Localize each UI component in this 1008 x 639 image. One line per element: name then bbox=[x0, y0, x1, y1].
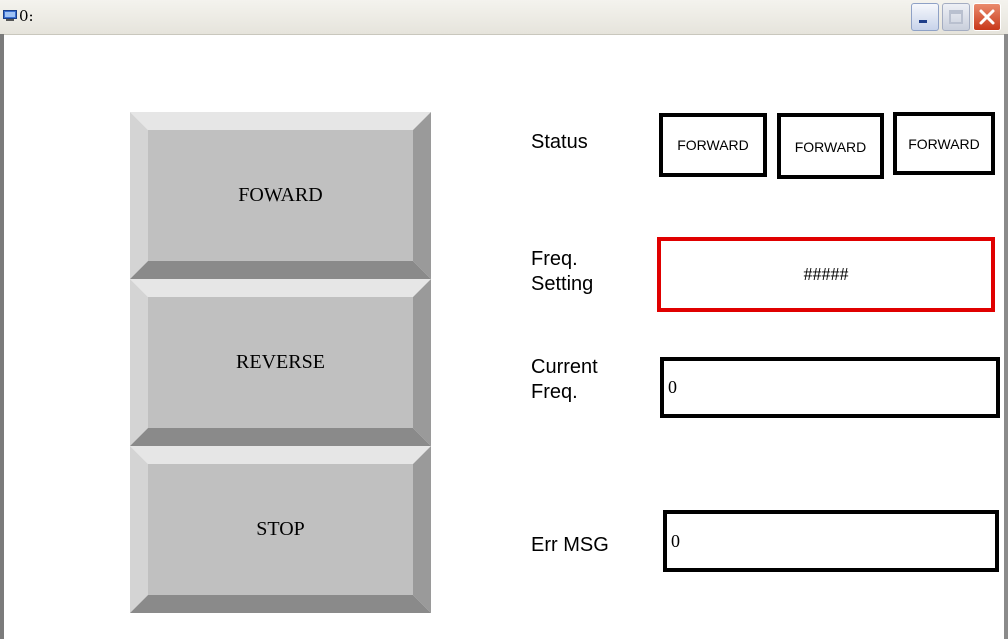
forward-button[interactable]: FOWARD bbox=[130, 112, 431, 279]
status-indicator-3: FORWARD bbox=[893, 112, 995, 175]
freq-setting-label-line1: Freq. bbox=[531, 248, 578, 270]
stop-button-label: STOP bbox=[256, 518, 305, 540]
reverse-button[interactable]: REVERSE bbox=[130, 279, 431, 446]
current-freq-label-line2: Freq. bbox=[531, 381, 578, 403]
err-msg-display: 0 bbox=[663, 510, 999, 572]
current-freq-label-line1: Current bbox=[531, 356, 598, 378]
current-freq-label: Current Freq. bbox=[531, 355, 598, 405]
stop-button[interactable]: STOP bbox=[130, 446, 431, 613]
current-freq-display: 0 bbox=[660, 357, 1000, 418]
freq-setting-label-line2: Setting bbox=[531, 273, 594, 295]
status-label: Status bbox=[531, 131, 588, 153]
maximize-icon bbox=[949, 10, 963, 24]
close-button[interactable] bbox=[973, 3, 1001, 31]
status-indicator-2: FORWARD bbox=[777, 113, 884, 179]
window-border-left bbox=[0, 34, 4, 639]
forward-button-label: FOWARD bbox=[238, 184, 323, 206]
status-indicator-1: FORWARD bbox=[659, 113, 767, 177]
freq-setting-label: Freq. Setting bbox=[531, 247, 593, 297]
monitor-icon bbox=[3, 10, 17, 21]
close-icon bbox=[979, 9, 995, 25]
freq-setting-input[interactable]: ##### bbox=[657, 237, 995, 312]
maximize-button[interactable] bbox=[942, 3, 970, 31]
minimize-button[interactable] bbox=[911, 3, 939, 31]
window-title: 0: bbox=[19, 7, 34, 25]
window-border-right bbox=[1004, 34, 1008, 639]
err-msg-label: Err MSG bbox=[531, 534, 609, 556]
title-bar: 0: bbox=[0, 0, 1008, 35]
minimize-icon bbox=[919, 20, 927, 23]
reverse-button-label: REVERSE bbox=[236, 351, 325, 373]
